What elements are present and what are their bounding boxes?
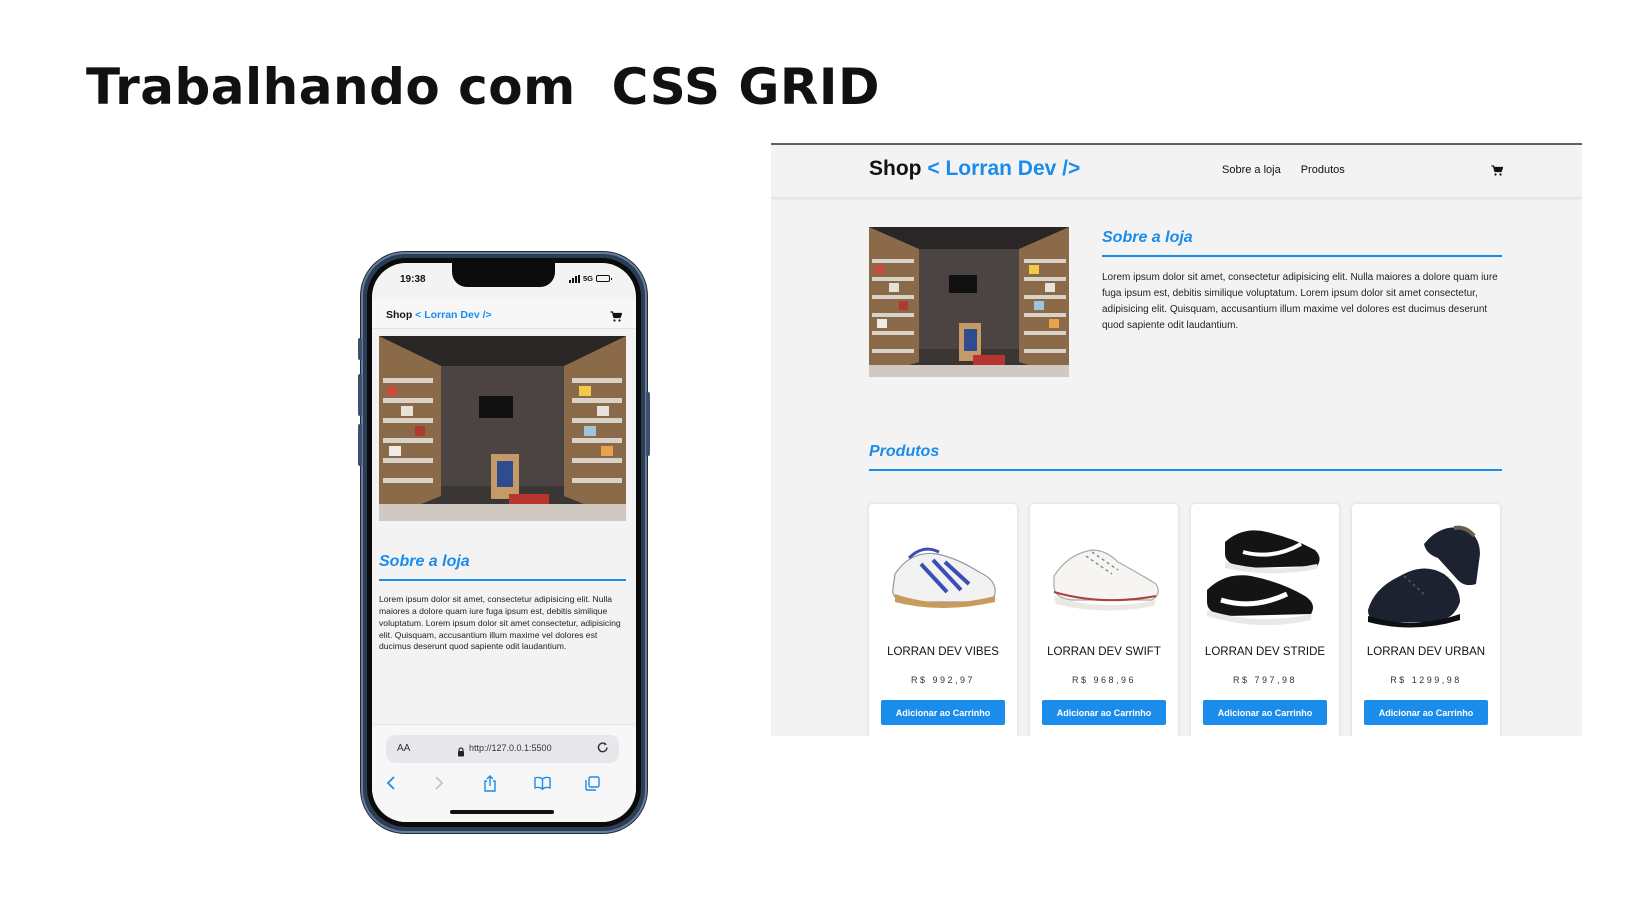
cart-icon[interactable] (1491, 163, 1504, 181)
desktop-header: Shop < Lorran Dev /> Sobre a loja Produt… (771, 145, 1582, 197)
product-image (892, 547, 996, 608)
product-grid: LORRAN DEV VIBES R$ 992,97 Adicionar ao … (869, 504, 1502, 736)
slide-title: Trabalhando com CSS GRID (86, 58, 881, 116)
mobile-logo[interactable]: Shop < Lorran Dev /> (386, 309, 492, 321)
mobile-about-divider (379, 579, 626, 581)
desktop-products-title: Produtos (869, 443, 940, 460)
store-photo (379, 336, 626, 521)
mobile-header: Shop < Lorran Dev /> (372, 299, 636, 329)
back-icon[interactable] (380, 773, 402, 793)
url-text[interactable]: http://127.0.0.1:5500 (469, 743, 552, 753)
product-name: LORRAN DEV URBAN (1366, 646, 1486, 658)
status-time: 19:38 (400, 274, 426, 285)
desktop-logo[interactable]: Shop < Lorran Dev /> (869, 157, 1080, 181)
product-name: LORRAN DEV SWIFT (1047, 646, 1161, 658)
desktop-products-divider (869, 469, 1502, 471)
lock-icon (457, 744, 465, 762)
desktop-about-divider (1102, 255, 1502, 257)
browser-bar: AA http://127.0.0.1:5500 (372, 724, 636, 822)
status-indicators: 5G (568, 274, 612, 283)
product-name: LORRAN DEV VIBES (887, 646, 999, 658)
text-size-button[interactable]: AA (397, 743, 410, 754)
add-to-cart-button[interactable]: Adicionar ao Carrinho (1042, 700, 1166, 725)
product-card-swift: LORRAN DEV SWIFT R$ 968,96 Adicionar ao … (1030, 504, 1178, 736)
phone-screen: 19:38 5G Shop < Lorran Dev /> Sobre a lo… (372, 263, 636, 822)
product-price: R$ 968,96 (1071, 675, 1137, 685)
desktop-nav: Sobre a loja Produtos (1222, 164, 1345, 176)
signal-icon (568, 274, 580, 283)
add-to-cart-button[interactable]: Adicionar ao Carrinho (881, 700, 1005, 725)
notch (452, 263, 555, 287)
reload-icon[interactable] (596, 741, 610, 760)
product-image (1207, 530, 1320, 626)
product-card-urban: LORRAN DEV URBAN R$ 1299,98 Adicionar ao… (1352, 504, 1500, 736)
phone-mockup: 19:38 5G Shop < Lorran Dev /> Sobre a lo… (358, 252, 650, 833)
volume-down-button (358, 424, 362, 466)
desktop-logo-shop: Shop (869, 157, 922, 180)
product-card-vibes: LORRAN DEV VIBES R$ 992,97 Adicionar ao … (869, 504, 1017, 736)
address-bar[interactable]: AA http://127.0.0.1:5500 (386, 735, 619, 763)
cart-icon[interactable] (610, 309, 623, 327)
product-price: R$ 992,97 (910, 675, 976, 685)
mobile-logo-shop: Shop (386, 309, 413, 321)
forward-icon[interactable] (428, 773, 450, 793)
tabs-icon[interactable] (581, 773, 603, 793)
bookmarks-icon[interactable] (531, 773, 553, 793)
nav-link-produtos[interactable]: Produtos (1301, 164, 1345, 176)
nav-link-sobre-a-loja[interactable]: Sobre a loja (1222, 164, 1281, 176)
desktop-logo-dev: < Lorran Dev /> (927, 157, 1081, 180)
product-name: LORRAN DEV STRIDE (1204, 646, 1326, 658)
volume-up-button (358, 374, 362, 416)
network-label: 5G (582, 274, 593, 283)
phone-bezel: 19:38 5G Shop < Lorran Dev /> Sobre a lo… (367, 258, 641, 827)
battery-icon (596, 275, 612, 282)
product-image (1053, 549, 1159, 611)
mobile-about-text: Lorem ipsum dolor sit amet, consectetur … (379, 594, 621, 652)
browser-toolbar (372, 771, 636, 795)
home-indicator (450, 810, 554, 814)
mute-switch (358, 338, 362, 360)
add-to-cart-button[interactable]: Adicionar ao Carrinho (1364, 700, 1488, 725)
power-button (646, 392, 650, 456)
product-card-stride: LORRAN DEV STRIDE R$ 797,98 Adicionar ao… (1191, 504, 1339, 736)
add-to-cart-button[interactable]: Adicionar ao Carrinho (1203, 700, 1327, 725)
product-price: R$ 1299,98 (1390, 675, 1462, 685)
desktop-about-text: Lorem ipsum dolor sit amet, consectetur … (1102, 272, 1498, 331)
mobile-logo-dev: < Lorran Dev /> (415, 309, 492, 321)
desktop-screenshot: Shop < Lorran Dev /> Sobre a loja Produt… (771, 143, 1582, 736)
share-icon[interactable] (479, 773, 501, 793)
product-price: R$ 797,98 (1232, 675, 1298, 685)
store-photo (869, 227, 1069, 377)
desktop-about-title: Sobre a loja (1102, 229, 1193, 246)
product-image (1368, 525, 1480, 628)
mobile-about-title: Sobre a loja (379, 553, 470, 570)
